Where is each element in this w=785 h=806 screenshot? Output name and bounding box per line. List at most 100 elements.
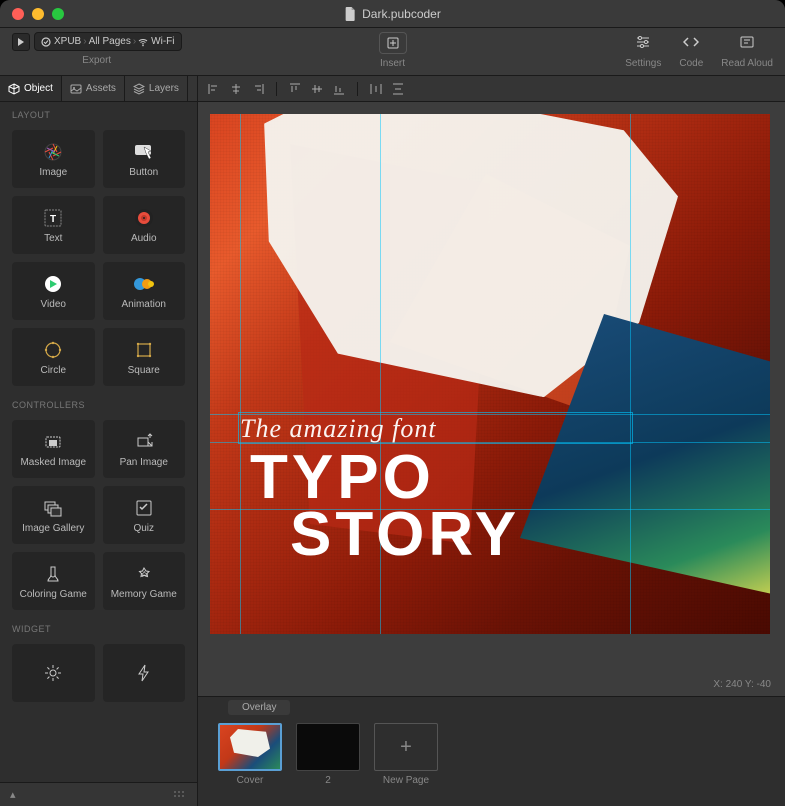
artboard[interactable]: The amazing font TYPO STORY: [210, 114, 770, 634]
overlay-button[interactable]: Overlay: [228, 700, 290, 715]
square-icon: [134, 340, 154, 360]
align-bottom-icon: [333, 83, 345, 95]
close-button[interactable]: [12, 8, 24, 20]
breadcrumb-pages[interactable]: All Pages: [89, 36, 131, 47]
read-aloud-icon: [739, 34, 755, 50]
tab-layers[interactable]: Layers: [125, 76, 188, 101]
memory-icon: [134, 564, 154, 584]
text-icon: T: [43, 208, 63, 228]
distribute-h-button[interactable]: [368, 81, 384, 97]
layout-item-circle[interactable]: Circle: [12, 328, 95, 386]
settings-button[interactable]: Settings: [625, 32, 661, 69]
pages-strip: Overlay Cover 2 + New Page: [198, 696, 785, 806]
align-left-icon: [208, 83, 220, 95]
headline-line2[interactable]: STORY: [290, 506, 520, 563]
canvas-area: The amazing font TYPO STORY X: 240 Y: -4…: [198, 76, 785, 806]
read-aloud-button[interactable]: Read Aloud: [721, 32, 773, 69]
sidebar-tabs: Object Assets Layers: [0, 76, 197, 102]
cursor-coords: X: 240 Y: -40: [713, 679, 771, 690]
collapse-icon[interactable]: ▴: [10, 788, 16, 801]
align-bottom-button[interactable]: [331, 81, 347, 97]
layout-item-button[interactable]: Button: [103, 130, 186, 188]
section-widget-label: WIDGET: [0, 616, 197, 638]
breadcrumb-separator: ›: [83, 36, 86, 47]
page-thumbnails: Cover 2 + New Page: [198, 717, 785, 792]
aperture-icon: [43, 142, 63, 162]
toolbar-separator: [276, 82, 277, 96]
breadcrumb[interactable]: XPUB › All Pages › Wi-Fi: [34, 32, 182, 51]
code-button[interactable]: Code: [679, 32, 703, 69]
minimize-button[interactable]: [32, 8, 44, 20]
add-page-icon: +: [374, 723, 438, 771]
layout-item-image[interactable]: Image: [12, 130, 95, 188]
page-thumb-new[interactable]: + New Page: [374, 723, 438, 786]
align-center-button[interactable]: [228, 81, 244, 97]
tab-object[interactable]: Object: [0, 76, 62, 101]
document-name: Dark.pubcoder: [362, 7, 441, 21]
canvas-toolbar: [198, 76, 785, 102]
svg-text:T: T: [50, 214, 56, 225]
tab-assets[interactable]: Assets: [62, 76, 125, 101]
widget-item-action[interactable]: [103, 644, 186, 702]
script-text-element[interactable]: The amazing font: [240, 414, 437, 444]
distribute-v-button[interactable]: [390, 81, 406, 97]
page-thumb-2[interactable]: 2: [296, 723, 360, 786]
controller-item-masked-image[interactable]: Masked Image: [12, 420, 95, 478]
play-icon: [17, 38, 25, 46]
maximize-button[interactable]: [52, 8, 64, 20]
thumb-preview: [296, 723, 360, 771]
traffic-lights: [0, 8, 64, 20]
distribute-h-icon: [370, 83, 382, 95]
sidebar-footer: ▴: [0, 782, 197, 806]
plus-icon: [387, 37, 399, 49]
pan-image-icon: [134, 432, 154, 452]
app-window: Dark.pubcoder XPUB › All Pages ›: [0, 0, 785, 806]
controller-item-quiz[interactable]: Quiz: [103, 486, 186, 544]
controller-item-image-gallery[interactable]: Image Gallery: [12, 486, 95, 544]
titlebar: Dark.pubcoder: [0, 0, 785, 28]
align-left-button[interactable]: [206, 81, 222, 97]
grip-icon[interactable]: [173, 790, 187, 800]
align-top-button[interactable]: [287, 81, 303, 97]
align-middle-button[interactable]: [309, 81, 325, 97]
canvas[interactable]: The amazing font TYPO STORY X: 240 Y: -4…: [198, 102, 785, 696]
align-center-icon: [230, 83, 242, 95]
breadcrumb-project[interactable]: XPUB: [41, 36, 81, 47]
gallery-icon: [43, 498, 63, 518]
masked-image-icon: [43, 432, 63, 452]
project-icon: [41, 37, 51, 47]
controller-item-memory-game[interactable]: Memory Game: [103, 552, 186, 610]
image-icon: [70, 83, 82, 95]
button-icon: [133, 141, 155, 163]
play-button[interactable]: [12, 33, 30, 51]
layout-grid: Image Button T Text Audio Video: [0, 124, 197, 392]
guide-vertical[interactable]: [240, 114, 241, 634]
page-thumb-cover[interactable]: Cover: [218, 723, 282, 786]
align-top-icon: [289, 83, 301, 95]
thumb-preview: [218, 723, 282, 771]
sliders-icon: [635, 34, 651, 50]
layout-item-audio[interactable]: Audio: [103, 196, 186, 254]
widget-item-settings[interactable]: [12, 644, 95, 702]
breadcrumb-device[interactable]: Wi-Fi: [138, 36, 174, 47]
layout-item-animation[interactable]: Animation: [103, 262, 186, 320]
export-label: Export: [82, 55, 111, 66]
section-controllers-label: CONTROLLERS: [0, 392, 197, 414]
controller-item-coloring-game[interactable]: Coloring Game: [12, 552, 95, 610]
controller-item-pan-image[interactable]: Pan Image: [103, 420, 186, 478]
video-icon: [43, 274, 63, 294]
headline-line1[interactable]: TYPO: [250, 449, 435, 506]
align-right-icon: [252, 83, 264, 95]
guide-vertical[interactable]: [630, 114, 631, 634]
toolbar: XPUB › All Pages › Wi-Fi Export: [0, 28, 785, 76]
align-middle-icon: [311, 83, 323, 95]
align-right-button[interactable]: [250, 81, 266, 97]
layout-item-text[interactable]: T Text: [12, 196, 95, 254]
brush-icon: [43, 564, 63, 584]
insert-button[interactable]: [379, 32, 407, 54]
audio-icon: [134, 208, 154, 228]
layout-item-square[interactable]: Square: [103, 328, 186, 386]
layout-item-video[interactable]: Video: [12, 262, 95, 320]
breadcrumb-separator: ›: [133, 36, 136, 47]
animation-icon: [133, 274, 155, 294]
